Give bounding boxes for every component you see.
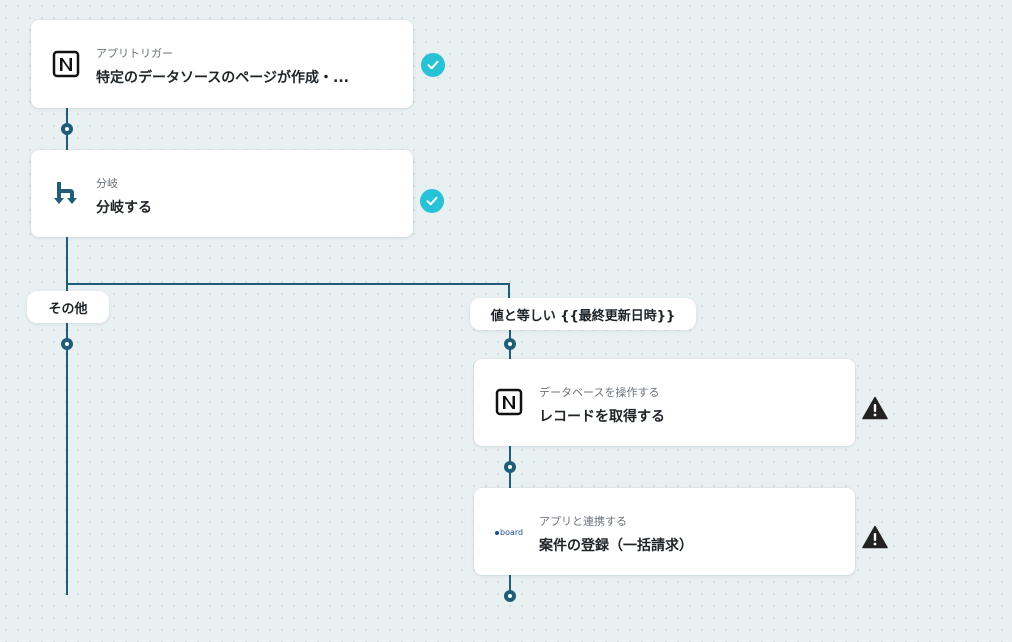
branch-connector-line	[66, 283, 510, 285]
card-subtitle: 分岐	[96, 177, 118, 190]
add-step-node[interactable]	[504, 338, 516, 350]
card-title: 案件の登録（一括請求）	[539, 538, 693, 554]
warning-icon	[862, 396, 888, 420]
notion-step-card[interactable]: データベースを操作する レコードを取得する	[474, 359, 855, 446]
add-step-node[interactable]	[504, 590, 516, 602]
check-icon	[421, 53, 445, 77]
notion-icon	[51, 50, 81, 78]
check-icon	[420, 189, 444, 213]
branch-card[interactable]: 分岐 分岐する	[31, 150, 413, 237]
warning-icon	[862, 525, 888, 549]
notion-icon	[494, 388, 524, 416]
branch-label-condition[interactable]: 値と等しい {{最終更新日時}}	[470, 298, 696, 330]
card-subtitle: アプリトリガー	[96, 47, 173, 60]
card-subtitle: データベースを操作する	[539, 386, 660, 399]
board-logo-icon: board	[494, 518, 524, 546]
board-step-card[interactable]: board アプリと連携する 案件の登録（一括請求）	[474, 488, 855, 575]
card-subtitle: アプリと連携する	[539, 515, 627, 528]
branch-label-other[interactable]: その他	[27, 291, 109, 323]
card-title: レコードを取得する	[539, 409, 665, 425]
card-title: 特定のデータソースのページが作成・...	[96, 70, 349, 86]
trigger-card[interactable]: アプリトリガー 特定のデータソースのページが作成・...	[31, 20, 413, 108]
branch-icon	[51, 180, 81, 208]
add-step-node[interactable]	[61, 338, 73, 350]
add-step-node[interactable]	[504, 461, 516, 473]
card-title: 分岐する	[96, 200, 152, 216]
add-step-node[interactable]	[61, 123, 73, 135]
board-logo-text: board	[500, 528, 523, 537]
